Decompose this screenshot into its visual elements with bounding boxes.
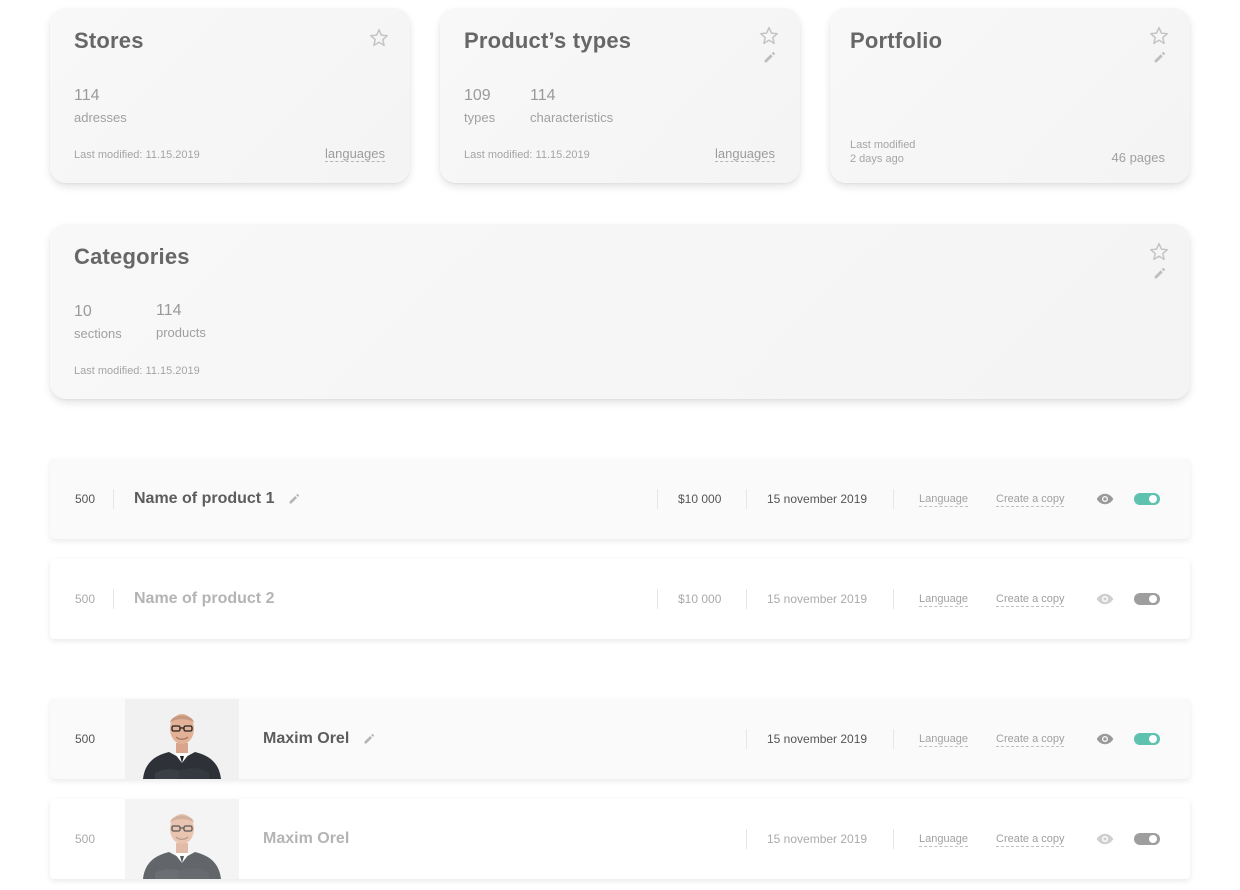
stat-types: 109 types bbox=[464, 87, 495, 125]
card-title: Stores bbox=[74, 28, 144, 53]
avatar bbox=[125, 699, 239, 779]
divider bbox=[657, 589, 658, 609]
divider bbox=[746, 489, 747, 509]
divider bbox=[657, 489, 658, 509]
star-icon[interactable] bbox=[1149, 242, 1169, 261]
visibility-toggle[interactable] bbox=[1134, 593, 1160, 605]
date: 15 november 2019 bbox=[767, 732, 868, 746]
toggle-knob bbox=[1149, 835, 1157, 843]
create-copy-link[interactable]: Create a copy bbox=[996, 592, 1065, 607]
create-copy-link[interactable]: Create a copy bbox=[996, 832, 1065, 847]
row-number: 500 bbox=[75, 492, 96, 506]
visibility-toggle[interactable] bbox=[1134, 493, 1160, 505]
eye-icon[interactable] bbox=[1096, 559, 1114, 639]
stores-card[interactable]: Stores 114 adresses Last modified: 11.15… bbox=[50, 8, 410, 183]
card-title: Categories bbox=[74, 244, 190, 269]
person-row[interactable]: 500 Maxim Orel 15 november 2019 Language… bbox=[50, 799, 1190, 879]
pencil-icon[interactable] bbox=[288, 493, 300, 505]
person-name[interactable]: Maxim Orel bbox=[263, 830, 349, 848]
row-number: 500 bbox=[75, 592, 96, 606]
last-modified-label: Last modified bbox=[850, 139, 916, 151]
stat-characteristics: 114 characteristics bbox=[530, 87, 613, 125]
stat-products: 114 products bbox=[156, 302, 206, 340]
last-modified: Last modified 2 days ago bbox=[850, 138, 915, 166]
language-link[interactable]: Language bbox=[919, 592, 968, 607]
divider bbox=[893, 489, 894, 509]
pencil-icon[interactable] bbox=[1153, 267, 1166, 280]
divider bbox=[746, 589, 747, 609]
row-number: 500 bbox=[75, 832, 96, 846]
language-link[interactable]: Language bbox=[919, 732, 968, 747]
languages-link[interactable]: languages bbox=[325, 146, 385, 162]
visibility-toggle[interactable] bbox=[1134, 833, 1160, 845]
stat-label: types bbox=[464, 110, 496, 125]
language-link[interactable]: Language bbox=[919, 832, 968, 847]
product-name[interactable]: Name of product 1 bbox=[134, 490, 274, 508]
divider bbox=[893, 829, 894, 849]
stat-adresses: 114 adresses bbox=[74, 87, 127, 125]
stat-label: adresses bbox=[74, 110, 127, 125]
product-types-card[interactable]: Product’s types 109 types 114 characteri… bbox=[440, 8, 800, 183]
star-icon[interactable] bbox=[759, 26, 779, 45]
product-row[interactable]: 500 Name of product 2 $10 000 15 novembe… bbox=[50, 559, 1190, 639]
stat-label: characteristics bbox=[530, 110, 614, 125]
product-name[interactable]: Name of product 2 bbox=[134, 590, 274, 608]
divider bbox=[746, 829, 747, 849]
last-modified: Last modified: 11.15.2019 bbox=[464, 149, 590, 161]
divider bbox=[113, 489, 114, 509]
stat-number: 114 bbox=[530, 87, 556, 104]
row-number: 500 bbox=[75, 732, 96, 746]
toggle-knob bbox=[1149, 495, 1157, 503]
toggle-knob bbox=[1149, 735, 1157, 743]
pencil-icon[interactable] bbox=[363, 733, 375, 745]
eye-icon[interactable] bbox=[1096, 459, 1114, 539]
create-copy-link[interactable]: Create a copy bbox=[996, 732, 1065, 747]
eye-icon[interactable] bbox=[1096, 799, 1114, 879]
eye-icon[interactable] bbox=[1096, 699, 1114, 779]
person-name[interactable]: Maxim Orel bbox=[263, 730, 349, 748]
language-link[interactable]: Language bbox=[919, 492, 968, 507]
last-modified: Last modified: 11.15.2019 bbox=[74, 149, 200, 161]
star-icon[interactable] bbox=[369, 28, 389, 47]
pencil-icon[interactable] bbox=[763, 51, 776, 64]
visibility-toggle[interactable] bbox=[1134, 733, 1160, 745]
card-title: Product’s types bbox=[464, 28, 632, 53]
last-modified: Last modified: 11.15.2019 bbox=[74, 365, 200, 377]
card-title: Portfolio bbox=[850, 28, 943, 53]
pencil-icon[interactable] bbox=[1153, 51, 1166, 64]
pages-count: 46 pages bbox=[1111, 150, 1166, 165]
portfolio-card[interactable]: Portfolio Last modified 2 days ago 46 pa… bbox=[830, 8, 1190, 183]
divider bbox=[893, 729, 894, 749]
price: $10 000 bbox=[678, 492, 722, 506]
avatar bbox=[125, 799, 239, 879]
create-copy-link[interactable]: Create a copy bbox=[996, 492, 1065, 507]
date: 15 november 2019 bbox=[767, 592, 868, 606]
stat-label: products bbox=[156, 325, 206, 340]
last-modified-value: 2 days ago bbox=[850, 153, 904, 165]
stat-number: 114 bbox=[74, 87, 100, 104]
stat-sections: 10 sections bbox=[74, 303, 122, 341]
stat-number: 114 bbox=[156, 302, 182, 319]
person-row[interactable]: 500 Maxim Orel 15 november 2019 Language… bbox=[50, 699, 1190, 779]
date: 15 november 2019 bbox=[767, 492, 868, 506]
toggle-knob bbox=[1149, 595, 1157, 603]
product-row[interactable]: 500 Name of product 1 $10 000 15 novembe… bbox=[50, 459, 1190, 539]
divider bbox=[746, 729, 747, 749]
star-icon[interactable] bbox=[1149, 26, 1169, 45]
categories-card[interactable]: Categories 10 sections 114 products Last… bbox=[50, 224, 1190, 399]
languages-link[interactable]: languages bbox=[715, 146, 775, 162]
stat-number: 10 bbox=[74, 303, 92, 320]
stat-label: sections bbox=[74, 326, 122, 341]
price: $10 000 bbox=[678, 592, 722, 606]
divider bbox=[113, 589, 114, 609]
stat-number: 109 bbox=[464, 87, 491, 104]
divider bbox=[893, 589, 894, 609]
date: 15 november 2019 bbox=[767, 832, 868, 846]
